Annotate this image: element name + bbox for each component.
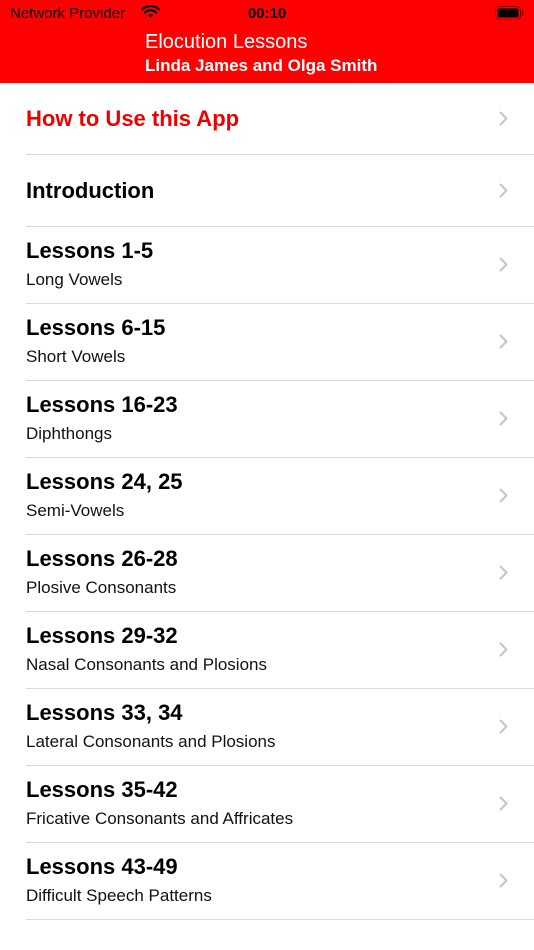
chevron-right-icon [499,719,508,739]
list-item-title: Lessons 33, 34 [26,700,183,725]
chevron-right-icon [499,642,508,662]
list-item-title: Lessons 35-42 [26,777,178,802]
list-item-subtitle: Plosive Consonants [26,578,177,597]
page-title: Elocution Lessons [145,31,308,53]
chevron-right-icon [499,565,508,585]
chevron-right-icon [499,796,508,816]
list-item-title: Lessons 24, 25 [26,469,183,494]
list-item-title: Lessons 16-23 [26,392,178,417]
navigation-header: Network Provider 00:10 Elocution Lessons… [0,0,534,83]
lesson-list: How to Use this App Introduction Lessons… [0,83,534,920]
list-item-title: Introduction [26,178,155,203]
chevron-right-icon [499,411,508,431]
list-item-lesson[interactable]: Lessons 43-49 Difficult Speech Patterns [26,843,534,920]
list-item-subtitle: Lateral Consonants and Plosions [26,732,276,751]
list-item-lesson[interactable]: Lessons 33, 34 Lateral Consonants and Pl… [26,689,534,766]
list-item-subtitle: Difficult Speech Patterns [26,886,212,905]
list-item-how-to-use[interactable]: How to Use this App [26,83,534,155]
list-item-subtitle: Semi-Vowels [26,501,125,520]
chevron-right-icon [499,873,508,893]
list-item-title: Lessons 43-49 [26,854,178,879]
list-item-subtitle: Short Vowels [26,347,126,366]
list-item-subtitle: Nasal Consonants and Plosions [26,655,267,674]
list-item-title: Lessons 29-32 [26,623,178,648]
list-item-title: Lessons 1-5 [26,238,154,263]
list-item-lesson[interactable]: Lessons 26-28 Plosive Consonants [26,535,534,612]
list-item-lesson[interactable]: Lessons 29-32 Nasal Consonants and Plosi… [26,612,534,689]
status-bar: Network Provider 00:10 [0,0,534,28]
battery-icon [495,6,524,25]
list-item-subtitle: Long Vowels [26,270,123,289]
list-item-introduction[interactable]: Introduction [26,155,534,227]
list-item-title: Lessons 6-15 [26,315,166,340]
list-item-lesson[interactable]: Lessons 16-23 Diphthongs [26,381,534,458]
list-item-lesson[interactable]: Lessons 24, 25 Semi-Vowels [26,458,534,535]
chevron-right-icon [499,257,508,277]
chevron-right-icon [499,334,508,354]
status-time: 00:10 [247,5,287,22]
list-item-title: How to Use this App [26,106,240,131]
chevron-right-icon [499,183,508,203]
page-subtitle: Linda James and Olga Smith [145,56,378,75]
list-item-subtitle: Fricative Consonants and Affricates [26,809,294,828]
chevron-right-icon [499,111,508,131]
chevron-right-icon [499,488,508,508]
list-item-lesson[interactable]: Lessons 35-42 Fricative Consonants and A… [26,766,534,843]
list-item-lesson[interactable]: Lessons 6-15 Short Vowels [26,304,534,381]
list-item-title: Lessons 26-28 [26,546,178,571]
list-item-subtitle: Diphthongs [26,424,113,443]
list-item-lesson[interactable]: Lessons 1-5 Long Vowels [26,227,534,304]
